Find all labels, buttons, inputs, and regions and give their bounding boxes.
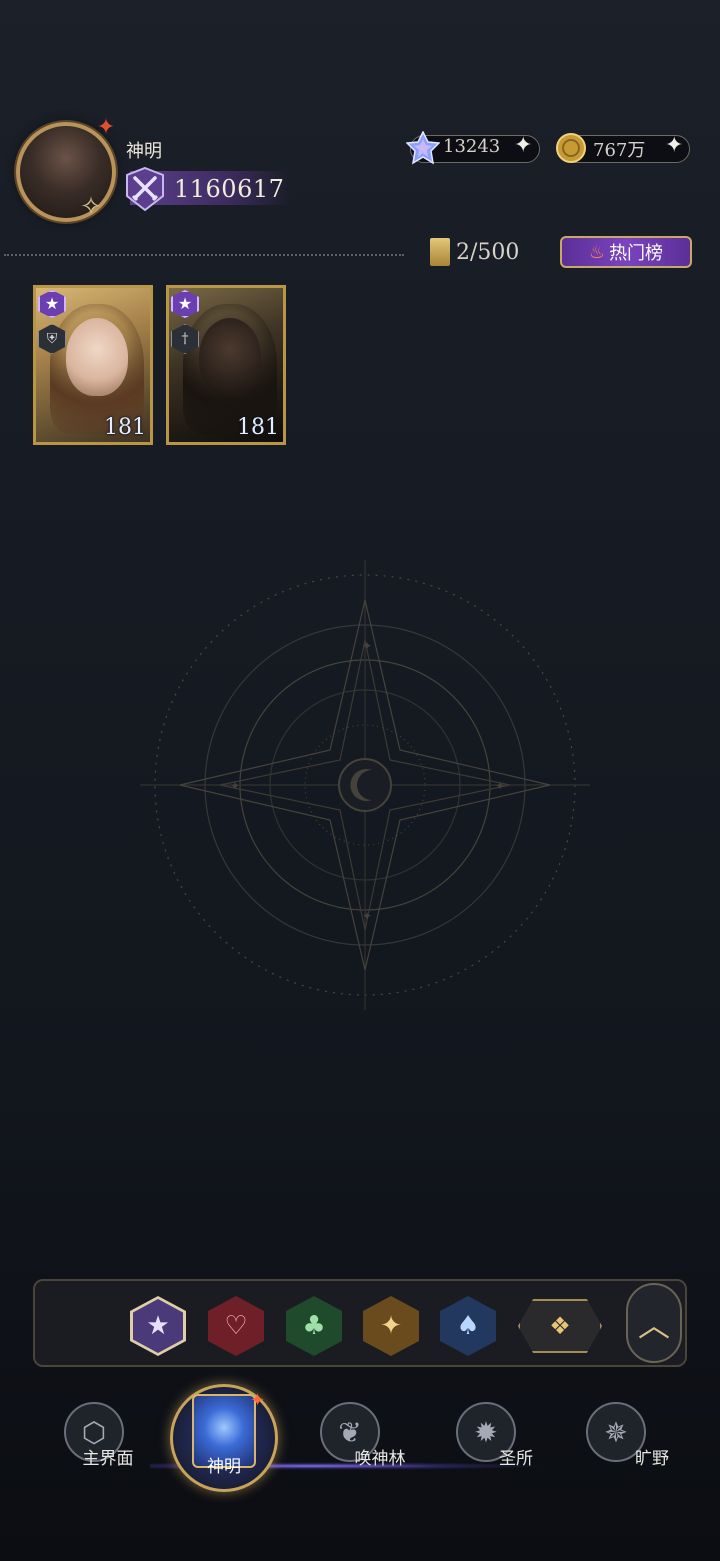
hot-ranking-label: 热门榜 bbox=[609, 243, 664, 264]
hero-card-1[interactable]: ★ ⛨ 181 bbox=[33, 285, 153, 445]
club-icon: ♣ bbox=[302, 1311, 326, 1341]
svg-text:✦: ✦ bbox=[362, 639, 372, 653]
collapse-filter-button[interactable]: ︿ bbox=[626, 1283, 682, 1363]
nav-item-home[interactable]: ⬡ 主界面 bbox=[34, 1400, 154, 1480]
filter-grid-button[interactable]: ❖ bbox=[518, 1299, 602, 1353]
avatar-frame-star-icon: ✧ bbox=[80, 192, 102, 222]
nav-item-wilderness[interactable]: ✵ 旷野 bbox=[556, 1400, 676, 1480]
gem-count: 13243 bbox=[443, 136, 501, 157]
hero-card-2[interactable]: ★ † 181 bbox=[166, 285, 286, 445]
hero-level: 181 bbox=[237, 415, 279, 440]
spark-icon: ✦ bbox=[250, 1390, 266, 1411]
nav-item-sanctuary[interactable]: ✹ 圣所 bbox=[426, 1400, 546, 1480]
heart-icon: ♡ bbox=[224, 1311, 248, 1341]
nav-item-summon-forest[interactable]: ❦ 唤神林 bbox=[290, 1400, 410, 1480]
hero-portrait bbox=[66, 318, 128, 396]
add-gold-button[interactable]: ✦ bbox=[665, 133, 683, 158]
svg-text:✦: ✦ bbox=[362, 909, 372, 923]
hot-ranking-button[interactable]: ♨ 热门榜 bbox=[560, 236, 692, 268]
star-icon: ★ bbox=[146, 1311, 170, 1341]
divider-line bbox=[4, 254, 404, 256]
nav-label-wilderness: 旷野 bbox=[635, 1449, 669, 1469]
celestial-sigil-decoration: ✦ ✦ ✦ ✦ bbox=[140, 560, 590, 1010]
nav-label-home: 主界面 bbox=[82, 1449, 134, 1469]
crystal-icon bbox=[406, 131, 440, 165]
power-value: 1160617 bbox=[174, 175, 285, 203]
player-name: 神明 bbox=[126, 141, 162, 162]
add-gems-button[interactable]: ✦ bbox=[514, 133, 532, 158]
star-icon: ★ bbox=[38, 290, 66, 318]
chevron-up-icon: ︿ bbox=[637, 1306, 670, 1344]
svg-text:✦: ✦ bbox=[230, 779, 240, 793]
notification-spark-icon: ✦ bbox=[96, 115, 116, 140]
star-icon: ★ bbox=[171, 290, 199, 318]
hero-portrait bbox=[199, 318, 261, 396]
grid-icon: ❖ bbox=[549, 1312, 571, 1340]
spade-icon: ♠ bbox=[456, 1311, 480, 1341]
gold-coin-icon bbox=[556, 133, 586, 163]
nav-label-gods: 神明 bbox=[207, 1457, 241, 1477]
collection-count: 2/500 bbox=[456, 240, 520, 265]
svg-text:✦: ✦ bbox=[495, 779, 505, 793]
crossed-swords-icon bbox=[126, 166, 164, 212]
flame-icon: ♨ bbox=[588, 241, 606, 263]
gold-count: 767万 bbox=[593, 140, 646, 161]
nav-label-summon-forest: 唤神林 bbox=[354, 1449, 406, 1469]
hero-level: 181 bbox=[104, 415, 146, 440]
card-count-icon bbox=[430, 238, 450, 266]
diamond-icon: ✦ bbox=[380, 1311, 402, 1341]
